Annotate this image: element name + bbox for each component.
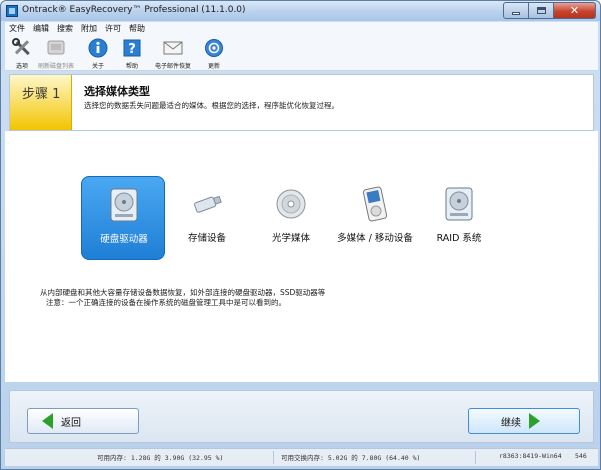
title-bar[interactable]: Ontrack® EasyRecovery™ Professional (11.… xyxy=(1,1,600,21)
description-line: 从内部硬盘和其他大容量存储设备数据恢复，如外部连接的硬盘驱动器，SSD驱动器等 xyxy=(40,288,326,297)
tool-label: 刷新磁盘列表 xyxy=(38,63,75,70)
about-tool-button[interactable]: 关于 xyxy=(81,35,115,71)
menu-addons[interactable]: 附加 xyxy=(77,22,101,35)
continue-label: 继续 xyxy=(501,417,521,429)
window-controls: ✕ xyxy=(503,2,596,19)
description-note: 注意：一个正确连接的设备在操作系统的磁盘管理工具中是可以看到的。 xyxy=(46,298,286,307)
minimize-button[interactable] xyxy=(503,2,529,19)
svg-text:?: ? xyxy=(128,42,136,57)
media-selection-area: 硬盘驱动器 存储设备 光学媒体 多媒体 / 移动设备 RAID 系统 从内部硬盘… xyxy=(5,131,598,382)
continue-button[interactable]: 继续 xyxy=(468,408,580,434)
arrow-left-icon xyxy=(42,413,53,429)
status-divider xyxy=(273,451,274,464)
maximize-icon xyxy=(536,7,546,14)
tool-label: 更新 xyxy=(207,63,220,70)
refresh-disk-list-tool-button[interactable]: 刷新磁盘列表 xyxy=(38,35,75,71)
step-badge: 步骤 1 xyxy=(10,75,72,130)
memory-status: 可用内存: 1.28G 的 3.90G (32.95 %) xyxy=(97,454,224,462)
options-tool-button[interactable]: 选项 xyxy=(5,35,39,71)
media-raid[interactable]: RAID 系统 xyxy=(417,176,501,260)
info-icon xyxy=(88,38,108,58)
status-bar: 可用内存: 1.28G 的 3.90G (32.95 %) 可用交换内存: 5.… xyxy=(5,448,598,466)
hard-drive-icon xyxy=(108,187,140,223)
swap-status: 可用交换内存: 5.02G 的 7.80G (64.40 %) xyxy=(281,454,421,462)
toolbar: 选项 刷新磁盘列表 关于 ? 帮助 电子邮件恢复 更新 xyxy=(5,35,598,71)
media-label: RAID 系统 xyxy=(436,233,482,244)
media-multimedia-mobile[interactable]: 多媒体 / 移动设备 xyxy=(333,176,417,260)
media-optical[interactable]: 光学媒体 xyxy=(249,176,333,260)
media-description: 从内部硬盘和其他大容量存储设备数据恢复，如外部连接的硬盘驱动器，SSD驱动器等 … xyxy=(40,288,325,308)
usb-drive-icon xyxy=(191,186,223,222)
close-button[interactable]: ✕ xyxy=(554,2,596,19)
menu-help[interactable]: 帮助 xyxy=(125,22,149,35)
email-recovery-tool-button[interactable]: 电子邮件恢复 xyxy=(149,35,197,71)
update-icon xyxy=(204,38,224,58)
media-storage-device[interactable]: 存储设备 xyxy=(165,176,249,260)
help-tool-button[interactable]: ? 帮助 xyxy=(115,35,149,71)
tool-label: 选项 xyxy=(15,63,28,70)
optical-disc-icon xyxy=(275,186,307,222)
minimize-icon xyxy=(512,12,520,15)
tool-label: 关于 xyxy=(91,63,104,70)
maximize-button[interactable] xyxy=(529,2,554,19)
media-label: 存储设备 xyxy=(187,233,226,244)
navigation-bar: 返回 继续 xyxy=(9,390,594,443)
menu-license[interactable]: 许可 xyxy=(101,22,125,35)
tools-icon xyxy=(12,38,32,58)
step-title: 选择媒体类型 xyxy=(84,85,150,98)
media-label: 硬盘驱动器 xyxy=(100,234,148,245)
media-hard-drive[interactable]: 硬盘驱动器 xyxy=(81,176,165,260)
menu-search[interactable]: 搜索 xyxy=(53,22,77,35)
update-tool-button[interactable]: 更新 xyxy=(197,35,231,71)
step-number: 步骤 1 xyxy=(22,87,61,102)
tool-label: 电子邮件恢复 xyxy=(154,63,191,70)
refresh-disk-icon xyxy=(46,38,66,58)
email-icon xyxy=(163,38,183,58)
tool-label: 帮助 xyxy=(125,63,138,70)
media-label: 光学媒体 xyxy=(271,233,310,244)
menu-file[interactable]: 文件 xyxy=(5,22,29,35)
step-description: 选择您的数据丢失问题最适合的媒体。根据您的选择，程序能优化恢复过程。 xyxy=(84,101,339,110)
window-title: Ontrack® EasyRecovery™ Professional (11.… xyxy=(22,5,246,15)
step-header: 步骤 1 选择媒体类型 选择您的数据丢失问题最适合的媒体。根据您的选择，程序能优… xyxy=(9,74,594,131)
menu-bar: 文件 编辑 搜索 附加 许可 帮助 xyxy=(5,22,598,35)
help-icon: ? xyxy=(122,38,142,58)
close-icon: ✕ xyxy=(569,4,580,17)
menu-edit[interactable]: 编辑 xyxy=(29,22,53,35)
arrow-right-icon xyxy=(529,413,540,429)
extra-status: 546 xyxy=(575,452,587,460)
build-status: r8363:8419-Win64 xyxy=(499,452,562,460)
status-divider xyxy=(475,451,476,464)
media-label: 多媒体 / 移动设备 xyxy=(337,233,413,244)
app-window: Ontrack® EasyRecovery™ Professional (11.… xyxy=(0,0,601,470)
app-logo-icon xyxy=(6,5,18,17)
back-button[interactable]: 返回 xyxy=(27,408,139,434)
raid-icon xyxy=(443,186,475,222)
ipod-icon xyxy=(359,186,391,222)
back-label: 返回 xyxy=(61,417,81,429)
